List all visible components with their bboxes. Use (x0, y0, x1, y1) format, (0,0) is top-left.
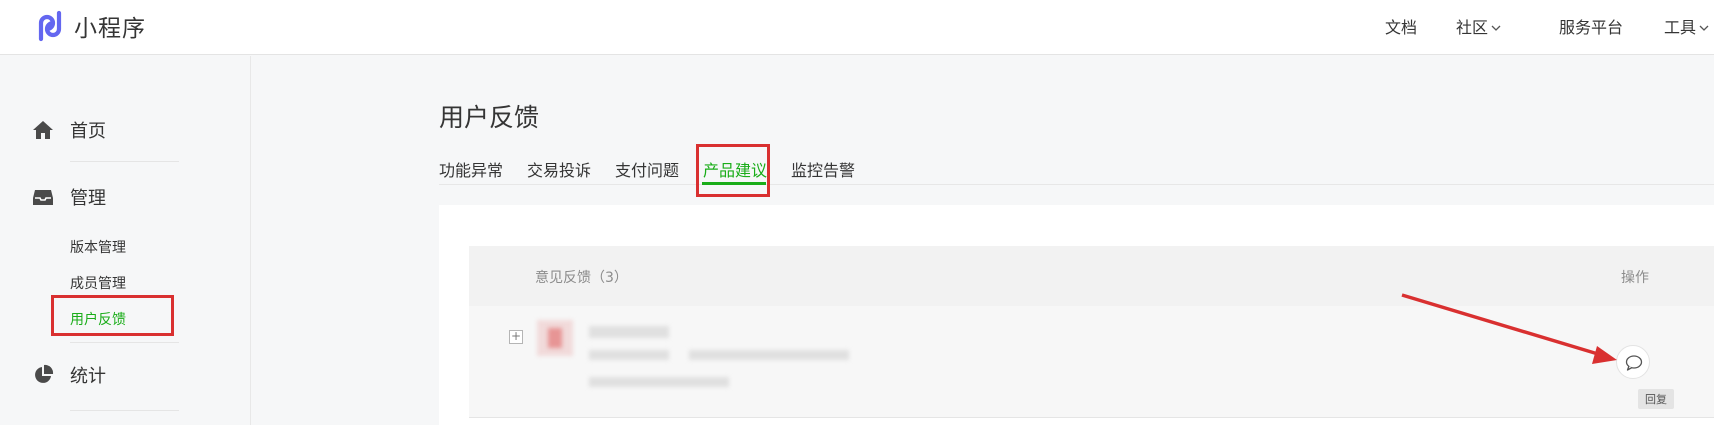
annotation-arrow (1401, 293, 1617, 364)
